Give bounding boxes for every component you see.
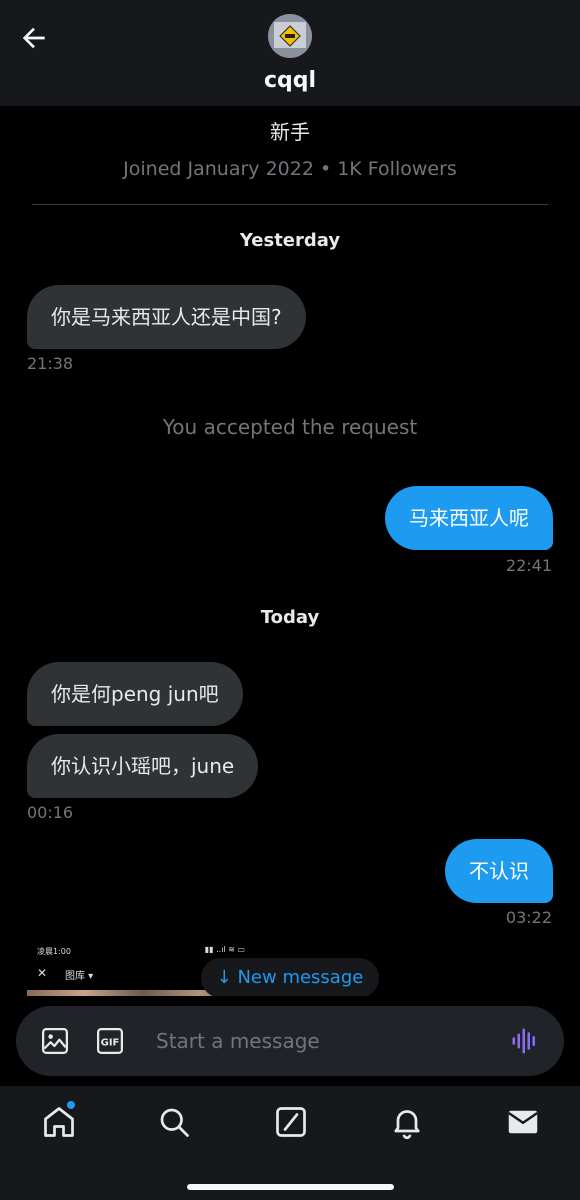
envelope-icon [508,1110,538,1134]
tab-home[interactable] [41,1101,77,1140]
avatar[interactable] [268,14,312,58]
gif-icon[interactable]: GIF [95,1026,125,1056]
system-message: You accepted the request [162,415,418,439]
message-bubble-outgoing[interactable]: 马来西亚人呢 [385,486,553,550]
attachment-status-icons: ▮▮ ..ıl ≋ ▭ [204,945,245,954]
home-icon [44,1107,74,1137]
search-icon [160,1108,189,1137]
tab-notifications[interactable] [389,1104,425,1140]
message-timestamp: 03:22 [505,908,552,927]
voice-message-icon[interactable] [510,1026,540,1056]
attachment-status-time: 凌晨1:00 [37,947,71,956]
message-bubble-outgoing[interactable]: 不认识 [445,839,553,903]
bell-icon [394,1110,420,1140]
back-arrow-icon[interactable] [18,22,50,54]
tab-grok[interactable] [273,1104,309,1140]
message-bubble-incoming[interactable]: 你是何peng jun吧 [27,662,243,726]
notification-dot [67,1101,75,1109]
message-composer: GIF [16,1006,564,1076]
contact-name[interactable]: cqql [0,68,580,93]
attachment-title: 图库 ▾ [65,971,94,982]
avatar-image-icon [268,14,312,58]
conversation-header: cqql [0,0,580,106]
message-timestamp: 22:41 [505,556,552,575]
message-timestamp: 00:16 [27,803,74,822]
image-icon[interactable] [40,1026,70,1056]
message-input[interactable] [156,1024,496,1058]
new-message-button[interactable]: ↓ New message [201,958,379,998]
message-bubble-incoming[interactable]: 你认识小瑶吧，june [27,734,259,798]
divider [32,204,548,205]
day-label-today: Today [260,607,320,628]
grok-icon [276,1107,306,1137]
contact-bio: 新手 [270,120,310,144]
gif-icon-label: GIF [101,1037,120,1048]
message-timestamp: 21:38 [27,354,74,373]
tab-messages[interactable] [505,1104,541,1140]
contact-meta: Joined January 2022 • 1K Followers [123,158,457,180]
tab-search[interactable] [156,1104,192,1140]
day-label-yesterday: Yesterday [239,230,341,251]
attachment-close-icon: ✕ [37,966,48,980]
bottom-tab-bar [0,1086,580,1200]
home-indicator [187,1184,394,1190]
message-bubble-incoming[interactable]: 你是马来西亚人还是中国? [27,285,306,349]
